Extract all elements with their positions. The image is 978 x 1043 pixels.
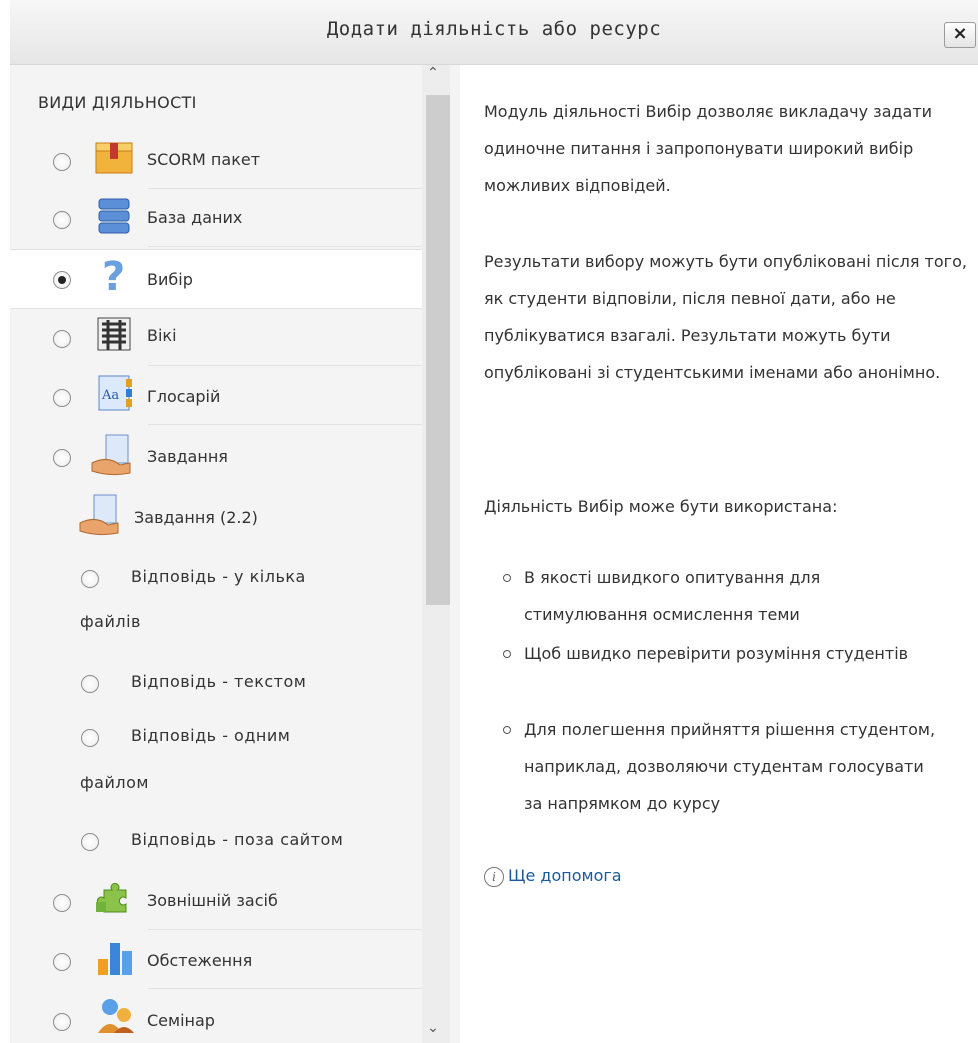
- option-scorm[interactable]: SCORM пакет: [10, 131, 422, 189]
- help-paragraph: Результати вибору можуть бути опублікова…: [484, 252, 967, 382]
- option-assignment-22: Завдання (2.2): [10, 487, 422, 547]
- activity-options-panel: ВИДИ ДІЯЛЬНОСТІ SCORM пакет База даних ?…: [10, 65, 460, 1043]
- scorm-package-icon: [95, 142, 133, 174]
- radio-choice[interactable]: [53, 271, 71, 289]
- bullet-text: В якості швидкого опитування для стимулю…: [524, 568, 821, 624]
- add-activity-dialog: Додати діяльність або ресурс × ВИДИ ДІЯЛ…: [10, 0, 978, 1043]
- option-label: Вибір: [147, 270, 193, 289]
- svg-text:?: ?: [102, 254, 125, 300]
- bullet-icon: [503, 726, 511, 734]
- radio-glossary[interactable]: [53, 389, 71, 407]
- dialog-titlebar: Додати діяльність або ресурс ×: [10, 0, 978, 65]
- option-glossary[interactable]: Aa Глосарій: [10, 367, 422, 425]
- close-button[interactable]: ×: [944, 22, 976, 48]
- help-paragraph: Діяльність Вибір може бути використана:: [484, 497, 838, 516]
- option-label: Відповідь - у кілька: [131, 567, 306, 586]
- wiki-icon: [97, 317, 131, 351]
- question-mark-icon: ?: [102, 254, 125, 300]
- radio-external-tool[interactable]: [53, 894, 71, 912]
- help-bullet: Щоб швидко перевірити розуміння студенті…: [503, 635, 944, 672]
- option-survey[interactable]: Обстеження: [10, 931, 422, 989]
- option-assignment[interactable]: Завдання: [10, 427, 422, 485]
- people-icon: [98, 999, 134, 1033]
- option-label: Відповідь - поза сайтом: [131, 830, 344, 849]
- more-help-text[interactable]: Ще допомога: [508, 866, 622, 885]
- radio-survey[interactable]: [53, 953, 71, 971]
- help-bullet: В якості швидкого опитування для стимулю…: [503, 559, 944, 633]
- option-label: Завдання: [147, 447, 228, 466]
- radio-assignment[interactable]: [53, 449, 71, 467]
- option-label: Зовнішній засіб: [147, 891, 278, 910]
- option-label-line2: файлів: [80, 612, 141, 631]
- option-choice[interactable]: ? Вибір: [10, 249, 422, 309]
- option-online-text[interactable]: Відповідь - текстом: [10, 657, 422, 709]
- option-label: База даних: [147, 208, 243, 227]
- radio-upload-advanced[interactable]: [81, 570, 99, 588]
- radio-offline[interactable]: [81, 833, 99, 851]
- glossary-icon: Aa: [98, 375, 132, 411]
- svg-text:Aa: Aa: [101, 388, 119, 403]
- radio-single-upload[interactable]: [81, 729, 99, 747]
- bullet-icon: [503, 574, 511, 582]
- help-paragraph: Модуль діяльності Вибір дозволяє виклада…: [484, 102, 933, 195]
- option-external-tool[interactable]: Зовнішній засіб: [10, 872, 422, 930]
- bullet-icon: [503, 650, 511, 658]
- radio-database[interactable]: [53, 211, 71, 229]
- more-help-link[interactable]: i Ще допомога: [484, 857, 622, 887]
- scroll-down-icon[interactable]: ⌄: [422, 1020, 444, 1036]
- options-scrollbar[interactable]: ⌃ ⌄: [422, 65, 450, 1043]
- option-label: Семінар: [147, 1011, 215, 1030]
- help-bullet: Для полегшення прийняття рішення студент…: [503, 711, 944, 822]
- radio-scorm[interactable]: [53, 153, 71, 171]
- assignment-icon: [79, 494, 119, 536]
- option-label: Обстеження: [147, 951, 253, 970]
- option-label-line2: файлом: [80, 773, 149, 792]
- database-icon: [98, 198, 130, 234]
- option-upload-advanced[interactable]: Відповідь - у кілька файлів: [10, 551, 422, 647]
- puzzle-icon: [96, 882, 127, 913]
- section-heading: ВИДИ ДІЯЛЬНОСТІ: [38, 93, 197, 112]
- scroll-up-icon[interactable]: ⌃: [422, 65, 444, 81]
- option-single-upload[interactable]: Відповідь - одним файлом: [10, 710, 422, 806]
- radio-online-text[interactable]: [81, 675, 99, 693]
- bullet-text: Для полегшення прийняття рішення студент…: [524, 720, 936, 813]
- option-wiki[interactable]: Вікі: [10, 308, 422, 366]
- radio-workshop[interactable]: [53, 1013, 71, 1031]
- option-label: Вікі: [147, 326, 177, 345]
- dialog-title: Додати діяльність або ресурс: [326, 18, 662, 40]
- option-workshop[interactable]: Семінар: [10, 991, 422, 1043]
- option-database[interactable]: База даних: [10, 189, 422, 247]
- option-label: Завдання (2.2): [134, 508, 258, 527]
- option-label: Відповідь - текстом: [131, 672, 307, 691]
- option-offline[interactable]: Відповідь - поза сайтом: [10, 815, 422, 867]
- option-label: SCORM пакет: [147, 150, 261, 169]
- info-icon: i: [484, 866, 504, 887]
- assignment-icon: [91, 434, 131, 476]
- option-label: Глосарій: [147, 387, 221, 406]
- radio-wiki[interactable]: [53, 330, 71, 348]
- option-label: Відповідь - одним: [131, 726, 291, 745]
- scroll-thumb[interactable]: [426, 95, 450, 605]
- bullet-text: Щоб швидко перевірити розуміння студенті…: [524, 644, 909, 663]
- bar-chart-icon: [98, 943, 132, 975]
